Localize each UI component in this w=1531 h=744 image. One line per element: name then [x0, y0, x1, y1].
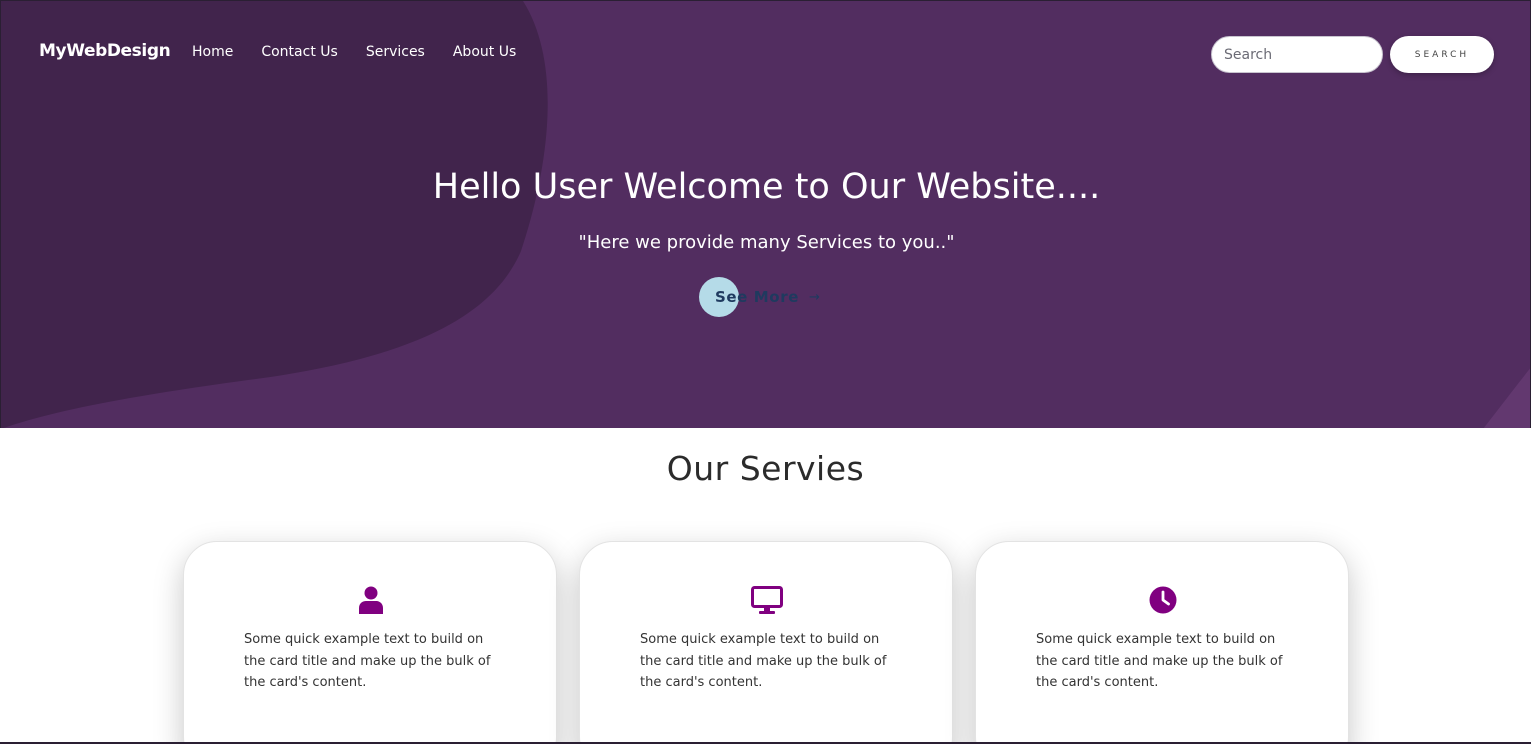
see-more-label: See More: [715, 288, 799, 306]
hero-subtitle: "Here we provide many Services to you..": [578, 232, 955, 253]
service-card-user: Some quick example text to build on the …: [183, 541, 557, 744]
service-card-text: Some quick example text to build on the …: [244, 632, 491, 690]
nav-link-home[interactable]: Home: [192, 44, 233, 60]
hero-section: MyWebDesign Home Contact Us Services Abo…: [0, 0, 1531, 428]
page: MyWebDesign Home Contact Us Services Abo…: [0, 0, 1531, 744]
search-form: SEARCH: [1211, 36, 1494, 73]
services-heading: Our Servies: [666, 449, 865, 488]
service-card-desktop: Some quick example text to build on the …: [579, 541, 953, 744]
service-card-clock: Some quick example text to build on the …: [975, 541, 1349, 744]
search-button[interactable]: SEARCH: [1390, 36, 1494, 73]
brand-logo[interactable]: MyWebDesign: [39, 41, 171, 61]
navbar: MyWebDesign Home Contact Us Services Abo…: [1, 1, 1530, 105]
service-card-text: Some quick example text to build on the …: [640, 632, 887, 690]
arrow-right-icon: →: [808, 289, 820, 305]
clock-icon: [1149, 586, 1177, 614]
user-icon: [359, 586, 383, 614]
hero-title: Hello User Welcome to Our Website....: [432, 167, 1101, 207]
services-cards: Some quick example text to build on the …: [183, 541, 1349, 744]
see-more-button[interactable]: See More →: [699, 277, 820, 317]
nav-link-contact-us[interactable]: Contact Us: [261, 44, 337, 60]
desktop-icon: [751, 586, 783, 614]
nav-link-about-us[interactable]: About Us: [453, 44, 516, 60]
service-card-text: Some quick example text to build on the …: [1036, 632, 1283, 690]
search-input[interactable]: [1211, 36, 1383, 73]
nav-link-services[interactable]: Services: [366, 44, 425, 60]
nav-links: Home Contact Us Services About Us: [192, 44, 516, 60]
